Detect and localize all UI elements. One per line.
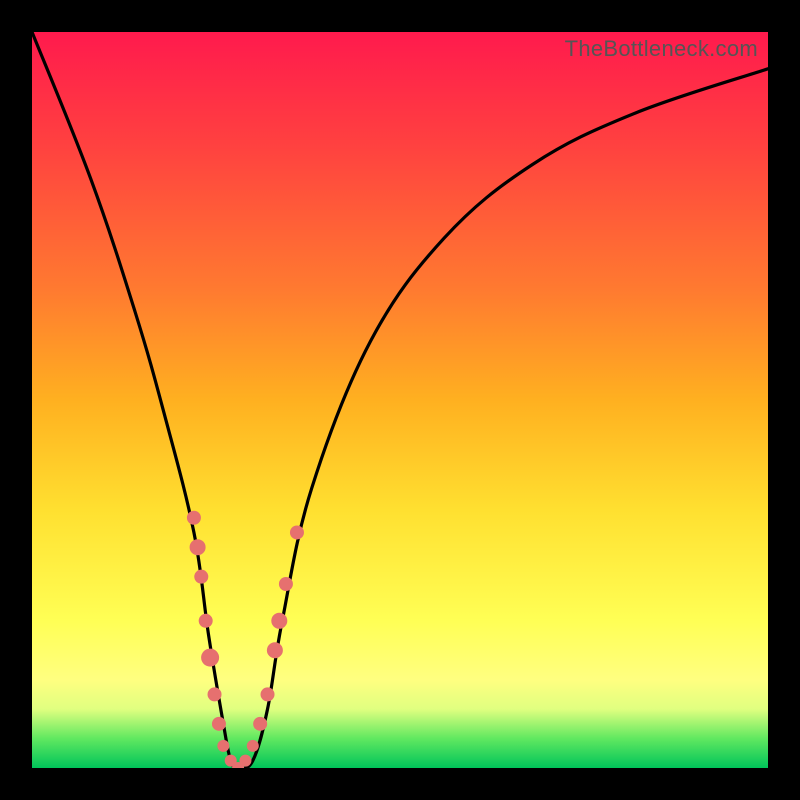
data-point-marker bbox=[290, 525, 304, 539]
data-point-marker bbox=[253, 717, 267, 731]
marker-group bbox=[187, 511, 304, 768]
data-point-marker bbox=[199, 614, 213, 628]
chart-plot-area: TheBottleneck.com bbox=[32, 32, 768, 768]
data-point-marker bbox=[212, 717, 226, 731]
data-point-marker bbox=[208, 687, 222, 701]
watermark-text: TheBottleneck.com bbox=[565, 36, 758, 62]
bottleneck-curve-path bbox=[32, 32, 768, 768]
data-point-marker bbox=[247, 740, 259, 752]
data-point-marker bbox=[279, 577, 293, 591]
data-point-marker bbox=[239, 755, 251, 767]
data-point-marker bbox=[190, 539, 206, 555]
data-point-marker bbox=[217, 740, 229, 752]
data-point-marker bbox=[271, 613, 287, 629]
bottleneck-curve-svg bbox=[32, 32, 768, 768]
data-point-marker bbox=[261, 687, 275, 701]
data-point-marker bbox=[187, 511, 201, 525]
data-point-marker bbox=[201, 649, 219, 667]
data-point-marker bbox=[194, 570, 208, 584]
data-point-marker bbox=[267, 642, 283, 658]
